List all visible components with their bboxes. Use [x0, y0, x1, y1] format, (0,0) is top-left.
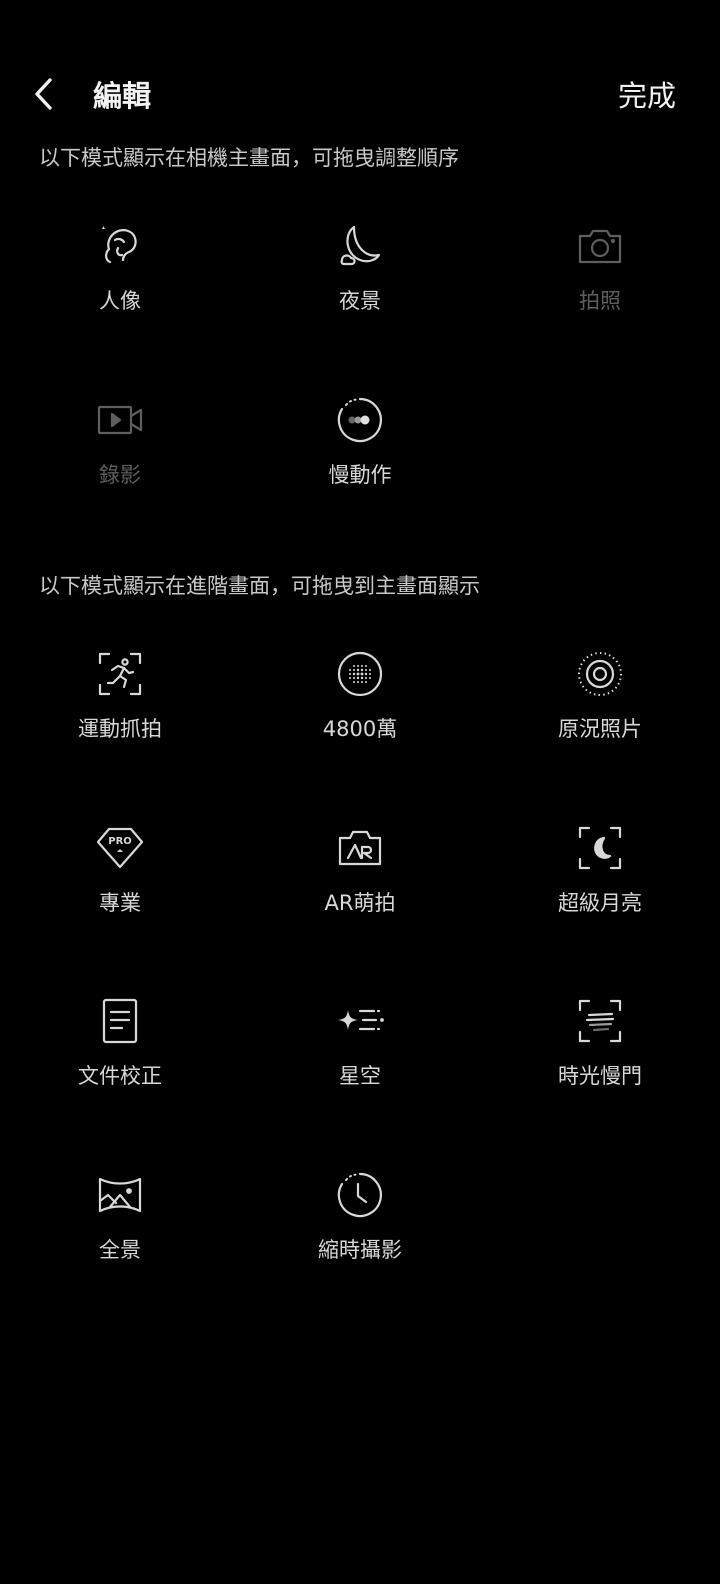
mode-tile-video[interactable]: 錄影 [20, 396, 220, 536]
mode-tile-photo[interactable]: 拍照 [500, 222, 700, 362]
portrait-icon [96, 222, 144, 270]
ar-camera-icon [336, 824, 384, 872]
document-icon [96, 997, 144, 1045]
mode-label: AR萌拍 [324, 891, 396, 915]
done-button[interactable]: 完成 [618, 76, 676, 116]
long-exposure-icon [576, 997, 624, 1045]
video-icon [96, 396, 144, 444]
mode-label: 專業 [99, 891, 141, 915]
live-photo-icon [576, 650, 624, 698]
mode-label: 原況照片 [558, 717, 642, 741]
advanced-modes-description: 以下模式顯示在進階畫面，可拖曳到主畫面顯示 [39, 574, 480, 598]
mode-tile-live-photo[interactable]: 原況照片 [500, 650, 700, 790]
camera-icon [576, 222, 624, 270]
chevron-left-icon [35, 78, 52, 110]
main-modes-description: 以下模式顯示在相機主畫面，可拖曳調整順序 [39, 146, 459, 170]
mode-label: 拍照 [579, 289, 621, 313]
mode-tile-super-moon[interactable]: 超級月亮 [500, 824, 700, 964]
starry-sky-icon [336, 997, 384, 1045]
mode-label: 錄影 [99, 463, 141, 487]
mode-tile-ar[interactable]: AR萌拍 [260, 824, 460, 964]
mode-tile-pro[interactable]: PRO 專業 [20, 824, 220, 964]
mode-label: 全景 [99, 1238, 141, 1262]
mode-tile-timelapse[interactable]: 縮時攝影 [260, 1171, 460, 1311]
sports-capture-icon [96, 650, 144, 698]
mode-label: 縮時攝影 [318, 1238, 402, 1262]
mode-label: 夜景 [339, 289, 381, 313]
mode-tile-document[interactable]: 文件校正 [20, 997, 220, 1137]
mode-label: 文件校正 [78, 1064, 162, 1088]
mode-tile-slow-motion[interactable]: 慢動作 [260, 396, 460, 536]
page-title: 編輯 [93, 79, 152, 113]
super-moon-icon [576, 824, 624, 872]
mode-label: 時光慢門 [558, 1064, 642, 1088]
mode-tile-night[interactable]: 夜景 [260, 222, 460, 362]
slow-motion-icon [336, 396, 384, 444]
mode-tile-panorama[interactable]: 全景 [20, 1171, 220, 1311]
mode-tile-starry-sky[interactable]: 星空 [260, 997, 460, 1137]
mode-tile-portrait[interactable]: 人像 [20, 222, 220, 362]
header-bar: 編輯 完成 [0, 60, 720, 130]
moon-icon [336, 222, 384, 270]
svg-text:PRO: PRO [108, 836, 132, 847]
mode-label: 4800萬 [322, 717, 398, 741]
high-resolution-icon [336, 650, 384, 698]
timelapse-icon [336, 1171, 384, 1219]
mode-label: 超級月亮 [558, 891, 642, 915]
pro-mode-icon: PRO [96, 824, 144, 872]
mode-tile-48mp[interactable]: 4800萬 [260, 650, 460, 790]
mode-tile-sports-capture[interactable]: 運動抓拍 [20, 650, 220, 790]
mode-label: 運動抓拍 [78, 717, 162, 741]
mode-label: 星空 [339, 1064, 381, 1088]
panorama-icon [96, 1171, 144, 1219]
mode-label: 慢動作 [328, 463, 392, 487]
back-button[interactable] [22, 72, 66, 116]
mode-tile-long-exposure[interactable]: 時光慢門 [500, 997, 700, 1137]
mode-label: 人像 [99, 289, 141, 313]
